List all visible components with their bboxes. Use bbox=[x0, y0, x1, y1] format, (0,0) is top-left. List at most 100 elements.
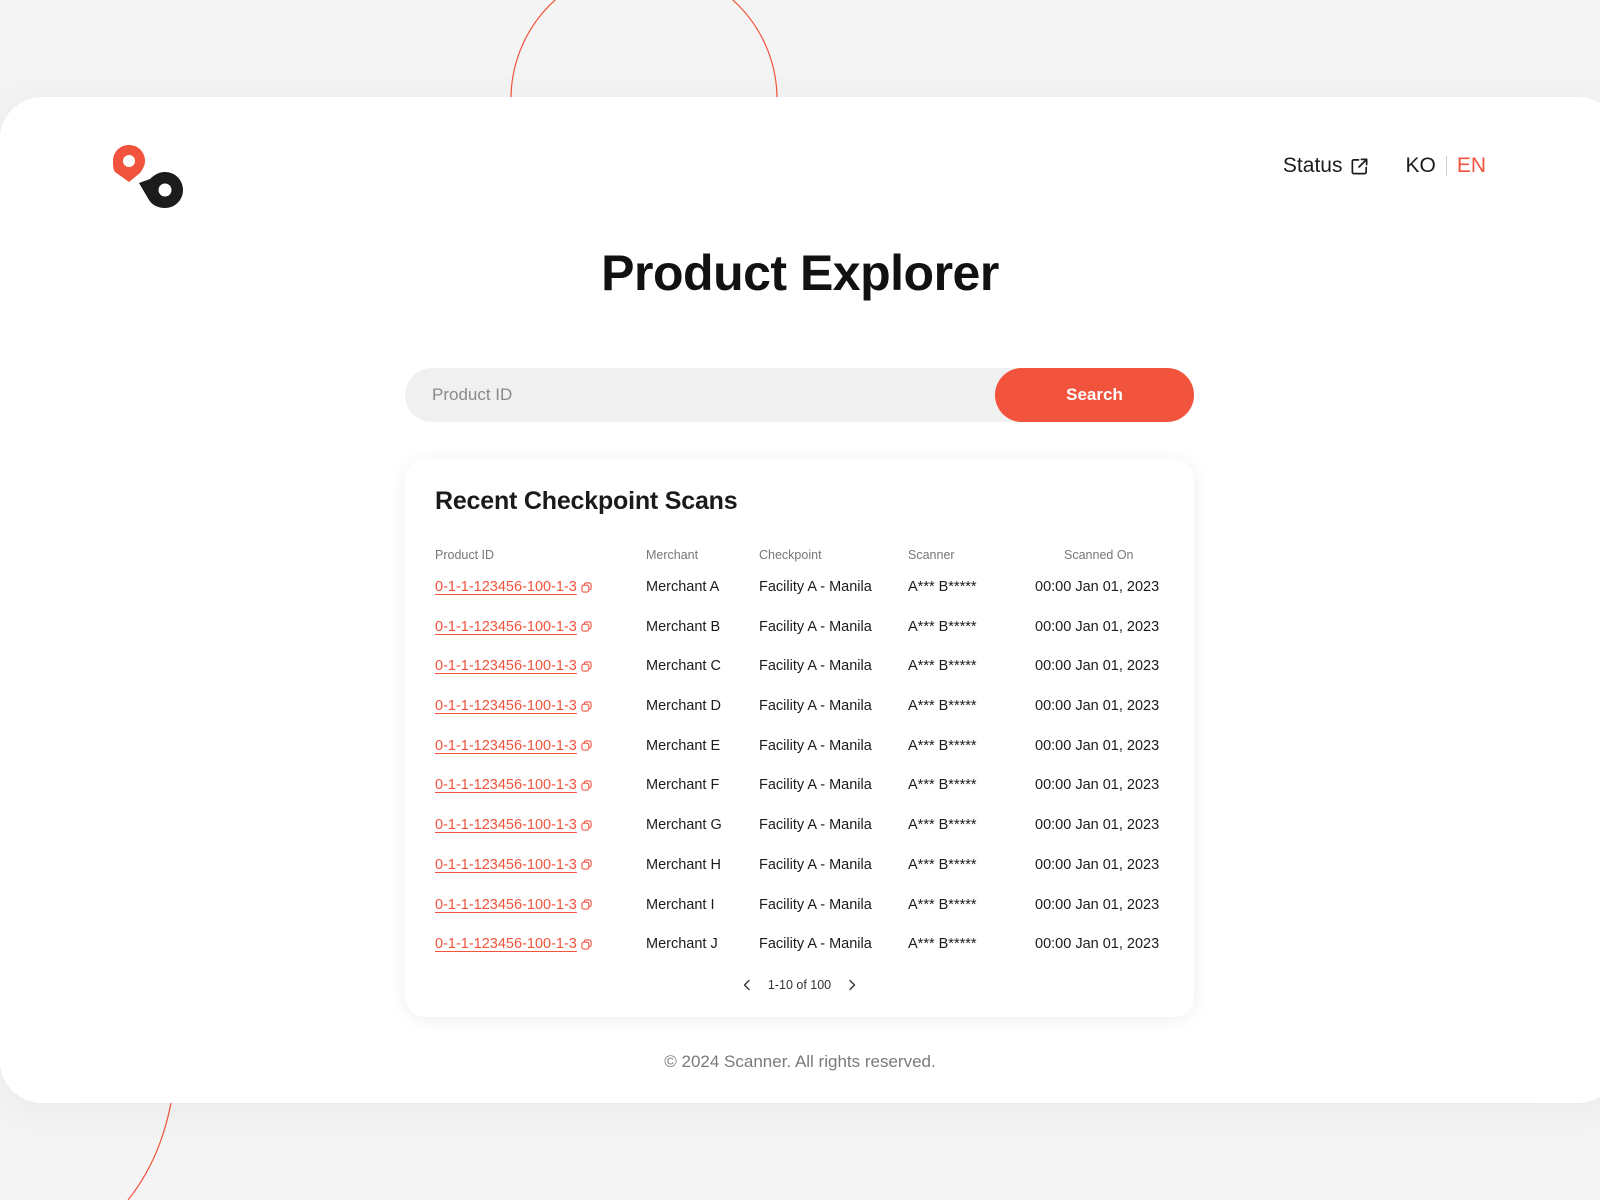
scanner-cell: A*** B***** bbox=[908, 737, 977, 754]
checkpoint-cell: Facility A - Manila bbox=[759, 737, 872, 754]
checkpoint-cell: Facility A - Manila bbox=[759, 777, 872, 794]
checkpoint-cell: Facility A - Manila bbox=[759, 896, 872, 913]
checkpoint-cell: Facility A - Manila bbox=[759, 698, 872, 715]
table-row: 0-1-1-123456-100-1-3 Merchant F Facility… bbox=[405, 767, 1194, 807]
product-id-link[interactable]: 0-1-1-123456-100-1-3 bbox=[435, 698, 577, 714]
table-row: 0-1-1-123456-100-1-3 Merchant J Facility… bbox=[405, 926, 1194, 966]
table-row: 0-1-1-123456-100-1-3 Merchant D Facility… bbox=[405, 688, 1194, 728]
chevron-left-icon bbox=[743, 979, 750, 991]
recent-scans-title: Recent Checkpoint Scans bbox=[435, 487, 738, 515]
table-row: 0-1-1-123456-100-1-3 Merchant H Facility… bbox=[405, 847, 1194, 887]
product-id-link[interactable]: 0-1-1-123456-100-1-3 bbox=[435, 658, 577, 674]
pagination: 1-10 of 100 bbox=[405, 978, 1194, 992]
product-id-cell: 0-1-1-123456-100-1-3 bbox=[435, 658, 592, 674]
table-row: 0-1-1-123456-100-1-3 Merchant B Facility… bbox=[405, 609, 1194, 649]
copy-link-icon[interactable] bbox=[581, 581, 592, 593]
product-id-cell: 0-1-1-123456-100-1-3 bbox=[435, 777, 592, 793]
copy-link-icon[interactable] bbox=[581, 859, 592, 870]
scanner-cell: A*** B***** bbox=[908, 618, 977, 635]
merchant-cell: Merchant I bbox=[646, 896, 715, 913]
column-header-checkpoint: Checkpoint bbox=[759, 548, 822, 562]
scanned-on-cell: 00:00 Jan 01, 2023 bbox=[1035, 817, 1160, 834]
scanned-on-cell: 00:00 Jan 01, 2023 bbox=[1035, 698, 1160, 715]
product-id-cell: 0-1-1-123456-100-1-3 bbox=[435, 897, 592, 913]
table-row: 0-1-1-123456-100-1-3 Merchant G Facility… bbox=[405, 807, 1194, 847]
copy-link-icon[interactable] bbox=[581, 740, 592, 751]
scanner-cell: A*** B***** bbox=[908, 777, 977, 794]
top-nav: Status KO EN bbox=[1283, 154, 1486, 178]
product-id-cell: 0-1-1-123456-100-1-3 bbox=[435, 619, 592, 635]
scanned-on-cell: 00:00 Jan 01, 2023 bbox=[1035, 658, 1160, 675]
merchant-cell: Merchant F bbox=[646, 777, 720, 794]
table-row: 0-1-1-123456-100-1-3 Merchant C Facility… bbox=[405, 648, 1194, 688]
product-id-search-input[interactable] bbox=[405, 368, 995, 422]
status-label: Status bbox=[1282, 154, 1343, 177]
product-id-link[interactable]: 0-1-1-123456-100-1-3 bbox=[435, 619, 577, 635]
product-id-link[interactable]: 0-1-1-123456-100-1-3 bbox=[435, 579, 577, 595]
copy-link-icon[interactable] bbox=[581, 939, 592, 950]
scanner-cell: A*** B***** bbox=[908, 856, 977, 873]
scanner-cell: A*** B***** bbox=[908, 817, 977, 834]
next-page-button[interactable] bbox=[845, 978, 859, 992]
checkpoint-cell: Facility A - Manila bbox=[759, 579, 872, 595]
lang-en-button[interactable]: EN bbox=[1457, 154, 1486, 178]
product-id-cell: 0-1-1-123456-100-1-3 bbox=[435, 817, 592, 833]
language-switch: KO EN bbox=[1405, 154, 1486, 178]
table-row: 0-1-1-123456-100-1-3 Merchant I Facility… bbox=[405, 887, 1194, 927]
footer-copyright: © 2024 Scanner. All rights reserved. bbox=[664, 1052, 936, 1071]
checkpoint-cell: Facility A - Manila bbox=[759, 618, 872, 635]
search-bar: Search bbox=[405, 368, 1194, 422]
pagination-label: 1-10 of 100 bbox=[767, 978, 832, 992]
search-button[interactable]: Search bbox=[995, 368, 1194, 422]
scanned-on-cell: 00:00 Jan 01, 2023 bbox=[1035, 777, 1160, 794]
scans-table-body: 0-1-1-123456-100-1-3 Merchant A Facility… bbox=[405, 569, 1194, 966]
merchant-cell: Merchant J bbox=[646, 936, 718, 953]
copy-link-icon[interactable] bbox=[581, 661, 592, 672]
product-id-link[interactable]: 0-1-1-123456-100-1-3 bbox=[435, 897, 577, 913]
scanner-cell: A*** B***** bbox=[908, 579, 977, 595]
scanned-on-cell: 00:00 Jan 01, 2023 bbox=[1035, 579, 1160, 595]
page-title: Product Explorer bbox=[601, 245, 999, 301]
scanned-on-cell: 00:00 Jan 01, 2023 bbox=[1035, 936, 1160, 953]
status-link[interactable]: Status bbox=[1283, 154, 1370, 178]
copy-link-icon[interactable] bbox=[581, 621, 592, 632]
product-id-link[interactable]: 0-1-1-123456-100-1-3 bbox=[435, 777, 577, 793]
scanner-cell: A*** B***** bbox=[908, 936, 977, 953]
copy-link-icon[interactable] bbox=[581, 819, 592, 831]
scanner-cell: A*** B***** bbox=[908, 896, 977, 913]
chevron-right-icon bbox=[849, 979, 856, 991]
scanned-on-cell: 00:00 Jan 01, 2023 bbox=[1035, 896, 1160, 913]
copy-link-icon[interactable] bbox=[581, 899, 592, 910]
prev-page-button[interactable] bbox=[740, 978, 754, 992]
lang-ko-button[interactable]: KO bbox=[1405, 154, 1435, 178]
column-header-scanned-on: Scanned On bbox=[1064, 548, 1134, 562]
product-id-link[interactable]: 0-1-1-123456-100-1-3 bbox=[435, 738, 577, 754]
merchant-cell: Merchant B bbox=[646, 618, 721, 635]
product-id-link[interactable]: 0-1-1-123456-100-1-3 bbox=[435, 936, 577, 952]
column-header-scanner: Scanner bbox=[908, 548, 955, 562]
merchant-cell: Merchant H bbox=[646, 856, 721, 873]
location-pins-logo-icon bbox=[113, 145, 183, 208]
product-id-cell: 0-1-1-123456-100-1-3 bbox=[435, 857, 592, 873]
copy-link-icon[interactable] bbox=[581, 780, 592, 791]
scanned-on-cell: 00:00 Jan 01, 2023 bbox=[1035, 737, 1160, 754]
product-id-cell: 0-1-1-123456-100-1-3 bbox=[435, 698, 592, 714]
scanner-cell: A*** B***** bbox=[908, 698, 977, 715]
product-id-cell: 0-1-1-123456-100-1-3 bbox=[435, 738, 592, 754]
scanner-cell: A*** B***** bbox=[908, 658, 977, 675]
copy-link-icon[interactable] bbox=[581, 700, 592, 712]
external-link-icon bbox=[1351, 158, 1368, 174]
product-id-cell: 0-1-1-123456-100-1-3 bbox=[435, 936, 592, 952]
lang-divider bbox=[1445, 156, 1447, 176]
product-id-link[interactable]: 0-1-1-123456-100-1-3 bbox=[435, 817, 577, 833]
product-id-cell: 0-1-1-123456-100-1-3 bbox=[435, 579, 592, 595]
merchant-cell: Merchant D bbox=[646, 698, 721, 715]
checkpoint-cell: Facility A - Manila bbox=[759, 658, 872, 675]
scanned-on-cell: 00:00 Jan 01, 2023 bbox=[1035, 618, 1160, 635]
recent-scans-card: Recent Checkpoint Scans Product ID Merch… bbox=[405, 459, 1194, 1017]
table-row: 0-1-1-123456-100-1-3 Merchant A Facility… bbox=[405, 569, 1194, 609]
table-row: 0-1-1-123456-100-1-3 Merchant E Facility… bbox=[405, 728, 1194, 768]
product-id-link[interactable]: 0-1-1-123456-100-1-3 bbox=[435, 857, 577, 873]
merchant-cell: Merchant C bbox=[646, 658, 721, 675]
checkpoint-cell: Facility A - Manila bbox=[759, 856, 872, 873]
